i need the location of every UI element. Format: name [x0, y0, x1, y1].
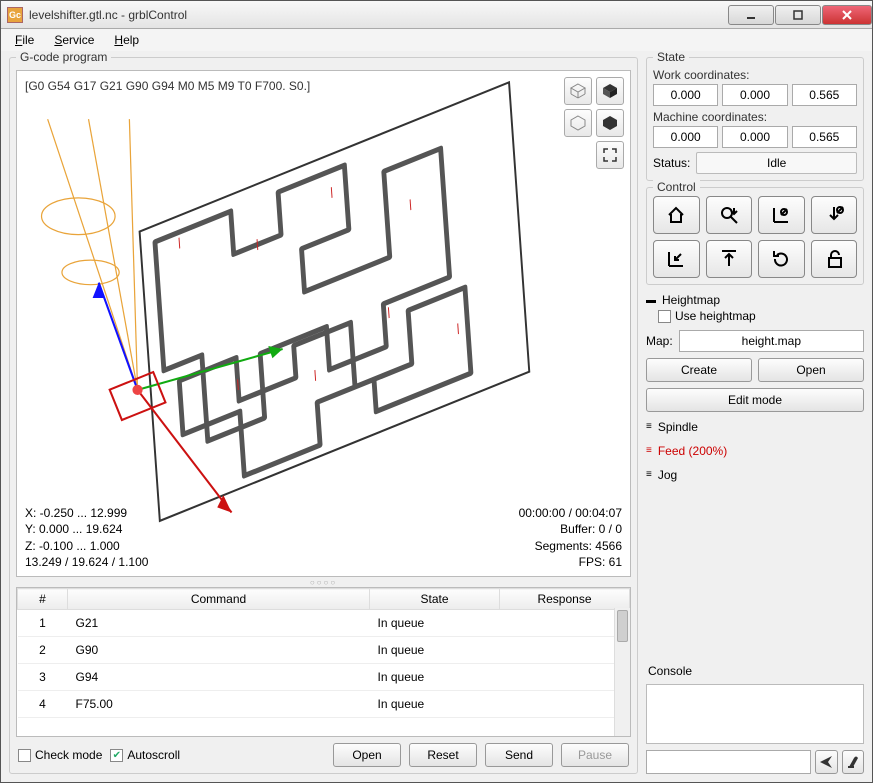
reset-grbl-button[interactable]	[758, 240, 805, 278]
viewer-stats-right: 00:00:00 / 00:04:07 Buffer: 0 / 0 Segmen…	[519, 505, 622, 570]
menu-file[interactable]: File	[7, 31, 42, 49]
restore-origin-button[interactable]	[653, 240, 700, 278]
table-scrollbar[interactable]	[614, 608, 630, 736]
table-row: 1G21In queue	[18, 610, 630, 637]
col-num[interactable]: #	[18, 589, 68, 610]
col-state[interactable]: State	[370, 589, 500, 610]
use-heightmap-checkbox[interactable]: Use heightmap	[658, 309, 756, 323]
heightmap-create-button[interactable]: Create	[646, 358, 752, 382]
titlebar: Gc levelshifter.gtl.nc - grblControl	[1, 1, 872, 29]
console-clear-button[interactable]	[842, 750, 865, 774]
send-button[interactable]: Send	[485, 743, 553, 767]
jog-header[interactable]: ≡Jog	[646, 466, 864, 484]
state-legend: State	[653, 51, 689, 64]
console-send-button[interactable]	[815, 750, 838, 774]
splitter[interactable]: ○○○○	[16, 577, 631, 587]
heightmap-open-button[interactable]: Open	[758, 358, 864, 382]
mach-y[interactable]	[722, 126, 787, 148]
gcode-table[interactable]: # Command State Response 1G21In queue 2G…	[16, 587, 631, 737]
unlock-button[interactable]	[811, 240, 858, 278]
feed-header[interactable]: ≡Feed (200%)	[646, 442, 864, 460]
window-title: levelshifter.gtl.nc - grblControl	[29, 8, 727, 22]
maximize-button[interactable]	[775, 5, 821, 25]
zero-z-button[interactable]	[811, 196, 858, 234]
table-row: 2G90In queue	[18, 637, 630, 664]
spindle-header[interactable]: ≡Spindle	[646, 418, 864, 436]
machine-coords-label: Machine coordinates:	[653, 110, 857, 124]
heightmap-edit-button[interactable]: Edit mode	[646, 388, 864, 412]
table-row: 4F75.00In queue	[18, 691, 630, 718]
menu-service[interactable]: Service	[46, 31, 102, 49]
viewer-stats-left: X: -0.250 ... 12.999 Y: 0.000 ... 19.624…	[25, 505, 148, 570]
map-file-input[interactable]	[679, 330, 864, 352]
control-legend: Control	[653, 180, 700, 194]
gcode-legend: G-code program	[16, 51, 111, 64]
minimize-button[interactable]	[728, 5, 774, 25]
zero-xy-button[interactable]	[758, 196, 805, 234]
col-command[interactable]: Command	[68, 589, 370, 610]
status-value: Idle	[696, 152, 857, 174]
probe-z-button[interactable]	[706, 196, 753, 234]
table-row: 3G94In queue	[18, 664, 630, 691]
col-response[interactable]: Response	[500, 589, 630, 610]
open-file-button[interactable]: Open	[333, 743, 401, 767]
console-input[interactable]	[646, 750, 811, 774]
mach-z[interactable]	[792, 126, 857, 148]
safe-z-button[interactable]	[706, 240, 753, 278]
gcode-viewer[interactable]: [G0 G54 G17 G21 G90 G94 M0 M5 M9 T0 F700…	[16, 70, 631, 577]
mach-x[interactable]	[653, 126, 718, 148]
menu-help[interactable]: Help	[106, 31, 147, 49]
close-button[interactable]	[822, 5, 872, 25]
work-x[interactable]	[653, 84, 718, 106]
pause-button[interactable]: Pause	[561, 743, 629, 767]
autoscroll-checkbox[interactable]: ✔Autoscroll	[110, 748, 180, 762]
reset-button[interactable]: Reset	[409, 743, 477, 767]
map-label: Map:	[646, 334, 673, 348]
status-label: Status:	[653, 156, 690, 170]
work-coords-label: Work coordinates:	[653, 68, 857, 82]
menubar: File Service Help	[1, 29, 872, 51]
app-icon: Gc	[7, 7, 23, 23]
work-y[interactable]	[722, 84, 787, 106]
home-button[interactable]	[653, 196, 700, 234]
work-z[interactable]	[792, 84, 857, 106]
check-mode-checkbox[interactable]: Check mode	[18, 748, 102, 762]
heightmap-header[interactable]: ▬Heightmap	[646, 291, 864, 309]
console-output[interactable]	[646, 684, 864, 744]
console-header: Console	[646, 662, 864, 680]
